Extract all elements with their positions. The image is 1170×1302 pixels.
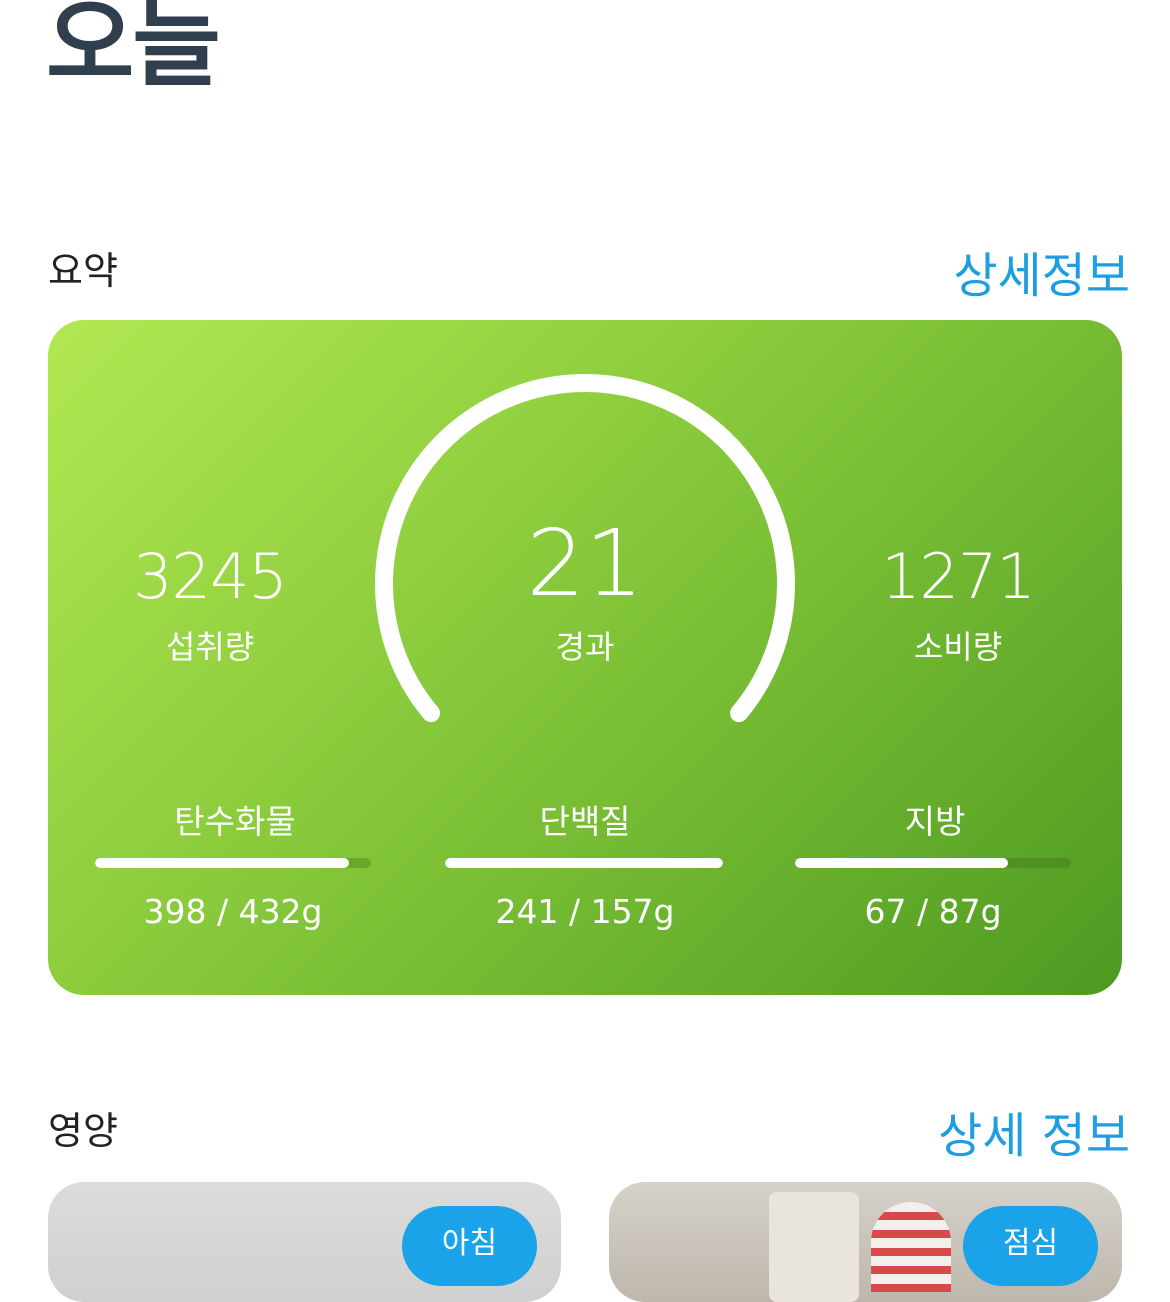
meal-photo-mug [769, 1192, 859, 1302]
fat-value: 67 / 87g [864, 892, 1002, 931]
carbs-label: 탄수화물 [174, 802, 296, 841]
breakfast-card[interactable]: 아침 [48, 1182, 561, 1302]
protein-value: 241 / 157g [495, 892, 675, 931]
lunch-badge: 점심 [963, 1206, 1098, 1286]
carbs-progress-fill [95, 858, 350, 868]
meal-photo-cup [871, 1202, 951, 1292]
fat-progress-fill [795, 858, 1008, 868]
protein-label: 단백질 [539, 802, 631, 841]
burned-label: 소비량 [913, 628, 1003, 666]
nutrition-section-title: 영양 [48, 1109, 118, 1153]
intake-value: 3245 [133, 540, 288, 613]
carbs-value: 398 / 432g [143, 892, 323, 931]
protein-progress-fill [445, 858, 723, 868]
elapsed-value: 21 [526, 510, 644, 617]
intake-label: 섭취량 [165, 628, 255, 666]
summary-card[interactable]: 3245 섭취량 21 경과 1271 소비량 탄수화물 398 / 432g … [48, 320, 1122, 995]
fat-progress-bar [795, 858, 1071, 868]
elapsed-label: 경과 [555, 628, 615, 666]
nutrition-detail-link[interactable]: 상세 정보 [938, 1096, 1130, 1166]
protein-progress-bar [445, 858, 723, 868]
burned-value: 1271 [881, 540, 1036, 613]
carbs-progress-bar [95, 858, 371, 868]
summary-section-title: 요약 [48, 249, 118, 293]
lunch-card[interactable]: 점심 [609, 1182, 1122, 1302]
fat-label: 지방 [904, 802, 966, 841]
breakfast-badge: 아침 [402, 1206, 537, 1286]
page-title: 오늘 [46, 0, 221, 100]
summary-detail-link[interactable]: 상세정보 [953, 236, 1130, 306]
